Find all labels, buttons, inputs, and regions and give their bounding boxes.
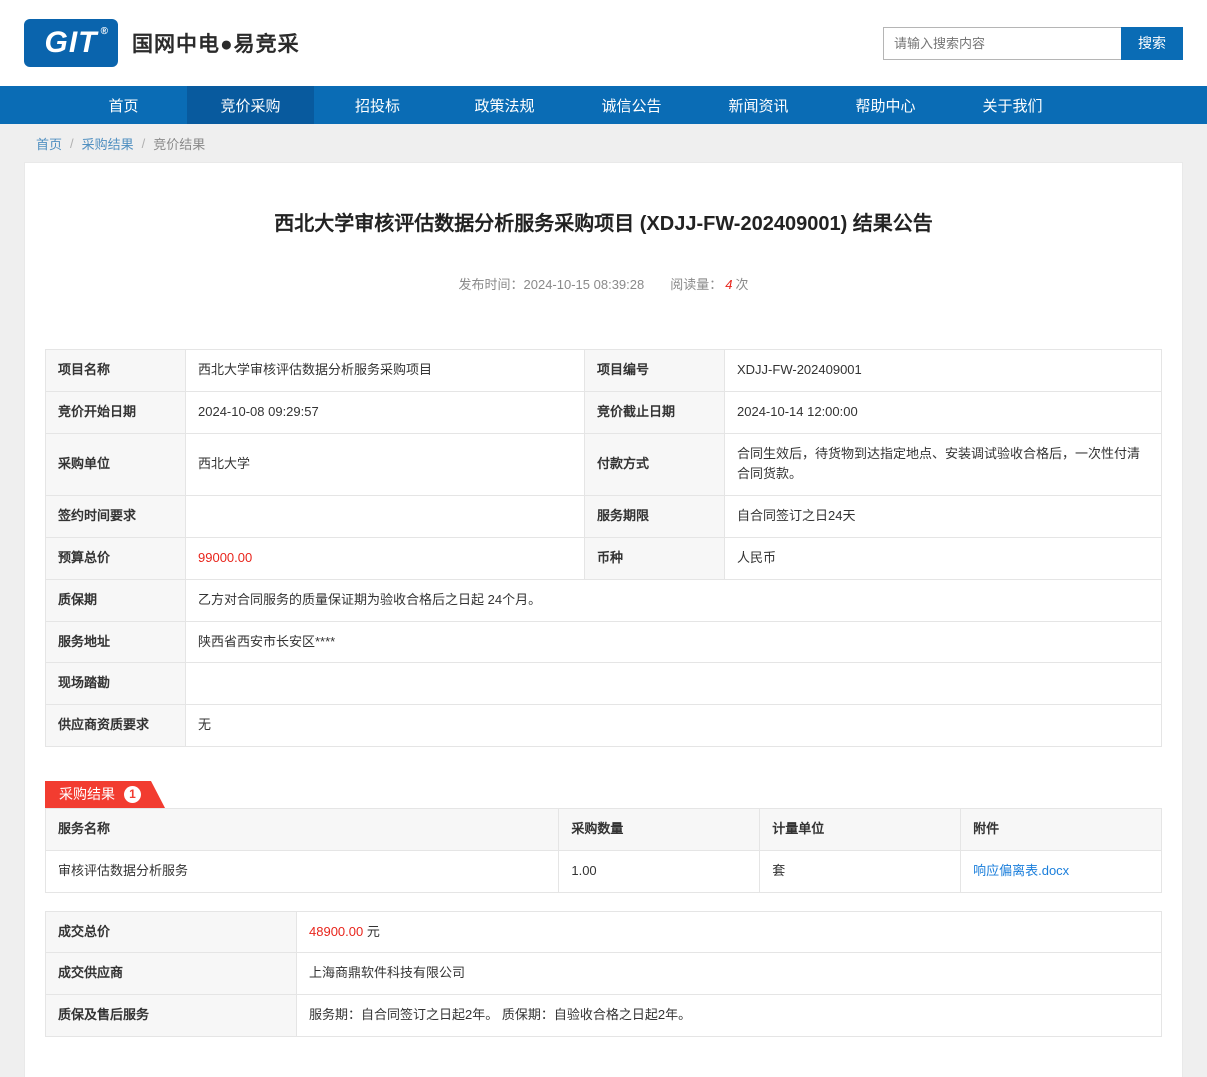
table-row: 质保及售后服务 服务期：自合同签订之日起2年。 质保期：自验收合格之日起2年。 (46, 995, 1162, 1037)
nav-item-news[interactable]: 新闻资讯 (695, 86, 822, 124)
views-unit: 次 (735, 277, 748, 292)
logo-text: GIT (45, 26, 98, 60)
table-row: 供应商资质要求 无 (46, 705, 1162, 747)
info-value: XDJJ-FW-202409001 (725, 350, 1162, 392)
search-button[interactable]: 搜索 (1121, 27, 1183, 60)
info-value: 乙方对合同服务的质量保证期为验收合格后之日起 24个月。 (186, 579, 1162, 621)
table-row: 服务地址 陕西省西安市长安区**** (46, 621, 1162, 663)
attachment-download-link[interactable]: 响应偏离表.docx (973, 863, 1069, 878)
award-total-price-value: 48900.00 (309, 924, 363, 939)
table-row: 审核评估数据分析服务 1.00 套 响应偏离表.docx (46, 850, 1162, 892)
info-value: 西北大学 (186, 433, 585, 496)
info-value: 无 (186, 705, 1162, 747)
info-label: 采购单位 (46, 433, 186, 496)
views-count: 4 (725, 277, 732, 292)
table-row: 签约时间要求 服务期限 自合同签订之日24天 (46, 496, 1162, 538)
info-label: 服务期限 (585, 496, 725, 538)
procurement-result-tab-label: 采购结果 (59, 784, 115, 804)
table-header-row: 服务名称 采购数量 计量单位 附件 (46, 808, 1162, 850)
info-value: 自合同签订之日24天 (725, 496, 1162, 538)
breadcrumb-current: 竞价结果 (153, 134, 205, 153)
budget-total-value: 99000.00 (186, 537, 585, 579)
breadcrumb-procurement-results-link[interactable]: 采购结果 (82, 134, 134, 153)
info-value: 2024-10-14 12:00:00 (725, 391, 1162, 433)
info-label: 质保期 (46, 579, 186, 621)
nav-item-about-us[interactable]: 关于我们 (949, 86, 1076, 124)
info-label: 签约时间要求 (46, 496, 186, 538)
info-label: 服务地址 (46, 621, 186, 663)
award-info-table: 成交总价 48900.00 元 成交供应商 上海商鼎软件科技有限公司 质保及售后… (45, 911, 1162, 1037)
nav-item-bidding-procurement[interactable]: 竞价采购 (187, 86, 314, 124)
info-value: 2024-10-08 09:29:57 (186, 391, 585, 433)
info-label: 竞价开始日期 (46, 391, 186, 433)
table-row: 采购单位 西北大学 付款方式 合同生效后，待货物到达指定地点、安装调试验收合格后… (46, 433, 1162, 496)
table-row: 成交总价 48900.00 元 (46, 911, 1162, 953)
attachment-cell: 响应偏离表.docx (961, 850, 1162, 892)
info-value (186, 496, 585, 538)
publish-time-label: 发布时间： (459, 277, 524, 292)
tab-procurement-result[interactable]: 采购结果 1 (45, 781, 165, 808)
search-area: 搜索 (883, 27, 1183, 60)
quantity-cell: 1.00 (559, 850, 760, 892)
info-label: 币种 (585, 537, 725, 579)
column-header-unit: 计量单位 (760, 808, 961, 850)
search-input[interactable] (883, 27, 1121, 60)
table-row: 项目名称 西北大学审核评估数据分析服务采购项目 项目编号 XDJJ-FW-202… (46, 350, 1162, 392)
result-items-table: 服务名称 采购数量 计量单位 附件 审核评估数据分析服务 1.00 套 响应偏离… (45, 808, 1162, 893)
breadcrumb: 首页 / 采购结果 / 竞价结果 (0, 124, 1207, 162)
award-total-price-cell: 48900.00 元 (297, 911, 1162, 953)
info-value (186, 663, 1162, 705)
info-label: 现场踏勘 (46, 663, 186, 705)
info-label: 竞价截止日期 (585, 391, 725, 433)
nav-item-tenders[interactable]: 招投标 (314, 86, 441, 124)
nav-item-policies[interactable]: 政策法规 (441, 86, 568, 124)
breadcrumb-separator: / (142, 136, 146, 151)
article-meta: 发布时间：2024-10-15 08:39:28 阅读量：4次 (45, 274, 1162, 293)
git-logo[interactable]: GIT ® (24, 19, 118, 67)
table-row: 预算总价 99000.00 币种 人民币 (46, 537, 1162, 579)
column-header-service-name: 服务名称 (46, 808, 559, 850)
service-name-cell: 审核评估数据分析服务 (46, 850, 559, 892)
award-supplier-cell: 上海商鼎软件科技有限公司 (297, 953, 1162, 995)
award-label: 质保及售后服务 (46, 995, 297, 1037)
project-info-table: 项目名称 西北大学审核评估数据分析服务采购项目 项目编号 XDJJ-FW-202… (45, 349, 1162, 747)
info-value: 陕西省西安市长安区**** (186, 621, 1162, 663)
breadcrumb-home-link[interactable]: 首页 (36, 134, 62, 153)
top-header: GIT ® 国网中电●易竞采 搜索 (0, 0, 1207, 86)
award-warranty-cell: 服务期：自合同签订之日起2年。 质保期：自验收合格之日起2年。 (297, 995, 1162, 1037)
unit-cell: 套 (760, 850, 961, 892)
award-total-price-unit: 元 (367, 924, 380, 939)
info-label: 项目编号 (585, 350, 725, 392)
info-value: 人民币 (725, 537, 1162, 579)
info-value: 西北大学审核评估数据分析服务采购项目 (186, 350, 585, 392)
content-card: 西北大学审核评估数据分析服务采购项目 (XDJJ-FW-202409001) 结… (24, 162, 1183, 1077)
column-header-attachment: 附件 (961, 808, 1162, 850)
nav-item-home[interactable]: 首页 (60, 86, 187, 124)
info-value: 合同生效后，待货物到达指定地点、安装调试验收合格后，一次性付清合同货款。 (725, 433, 1162, 496)
table-row: 成交供应商 上海商鼎软件科技有限公司 (46, 953, 1162, 995)
info-label: 预算总价 (46, 537, 186, 579)
main-nav: 首页 竞价采购 招投标 政策法规 诚信公告 新闻资讯 帮助中心 关于我们 (0, 86, 1207, 124)
views-label: 阅读量： (670, 277, 722, 292)
award-label: 成交总价 (46, 911, 297, 953)
result-count-badge: 1 (124, 786, 141, 803)
brand-title: 国网中电●易竞采 (132, 28, 300, 58)
info-label: 供应商资质要求 (46, 705, 186, 747)
page-title: 西北大学审核评估数据分析服务采购项目 (XDJJ-FW-202409001) 结… (45, 207, 1162, 236)
nav-item-help-center[interactable]: 帮助中心 (822, 86, 949, 124)
nav-item-integrity-notices[interactable]: 诚信公告 (568, 86, 695, 124)
table-row: 现场踏勘 (46, 663, 1162, 705)
table-row: 竞价开始日期 2024-10-08 09:29:57 竞价截止日期 2024-1… (46, 391, 1162, 433)
publish-time-value: 2024-10-15 08:39:28 (524, 277, 645, 292)
info-label: 付款方式 (585, 433, 725, 496)
column-header-quantity: 采购数量 (559, 808, 760, 850)
breadcrumb-separator: / (70, 136, 74, 151)
info-label: 项目名称 (46, 350, 186, 392)
award-label: 成交供应商 (46, 953, 297, 995)
registered-trademark-icon: ® (101, 26, 109, 37)
table-row: 质保期 乙方对合同服务的质量保证期为验收合格后之日起 24个月。 (46, 579, 1162, 621)
